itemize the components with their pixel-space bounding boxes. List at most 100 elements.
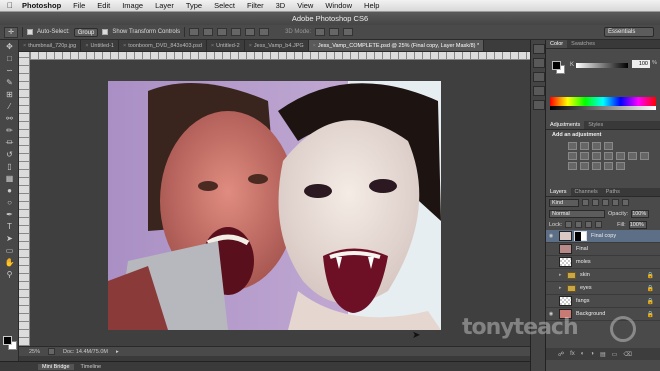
tab-paths[interactable]: Paths [602, 188, 624, 196]
marquee-tool-icon[interactable]: □ [0, 52, 19, 64]
eraser-tool-icon[interactable]: ▯ [0, 160, 19, 172]
history-panel-icon[interactable] [533, 44, 545, 54]
tab-mini-bridge[interactable]: Mini Bridge [38, 363, 74, 370]
visibility-eye-icon[interactable]: ◉ [546, 285, 556, 291]
layer-kind-filter[interactable]: Kind [549, 198, 579, 207]
align-left-icon[interactable] [231, 28, 242, 36]
panel-foreground-swatch[interactable] [552, 61, 561, 70]
align-top-icon[interactable] [189, 28, 200, 36]
workspace-switcher[interactable]: Essentials [604, 27, 654, 37]
3d-rotate-icon[interactable] [315, 28, 326, 36]
layer-row-final[interactable]: ◉ Final [546, 243, 660, 256]
k-slider[interactable] [576, 63, 628, 68]
trash-icon[interactable]: ⌫ [623, 351, 631, 358]
brush-panel-icon[interactable] [533, 86, 545, 96]
status-menu-arrow-icon[interactable]: ▸ [116, 349, 119, 355]
new-layer-icon[interactable]: ▭ [612, 351, 618, 358]
hue-saturation-icon[interactable] [580, 152, 589, 160]
grayscale-ramp[interactable] [550, 106, 656, 110]
close-tab-icon[interactable]: × [313, 43, 316, 49]
doc-tab[interactable]: × Jess_Vamp_b4.JPG [245, 40, 309, 51]
character-panel-icon[interactable] [533, 100, 545, 110]
filter-shape-icon[interactable] [612, 199, 619, 206]
new-adjustment-icon[interactable]: ◑ [590, 351, 594, 357]
k-value-input[interactable]: 100 [632, 60, 650, 68]
doc-tab[interactable]: × thumbnail_720p.jpg [19, 40, 82, 51]
tab-timeline[interactable]: Timeline [77, 364, 106, 370]
doc-tab[interactable]: × Untitled-2 [207, 40, 245, 51]
history-brush-tool-icon[interactable]: ↺ [0, 148, 19, 160]
channel-mixer-icon[interactable] [628, 152, 637, 160]
clone-stamp-tool-icon[interactable]: ⏛ [0, 136, 19, 148]
posterize-icon[interactable] [580, 162, 589, 170]
filter-pixel-icon[interactable] [582, 199, 589, 206]
tab-adjustments[interactable]: Adjustments [546, 121, 585, 129]
visibility-eye-icon[interactable]: ◉ [546, 259, 556, 265]
pen-tool-icon[interactable]: ✒ [0, 208, 19, 220]
doc-tab[interactable]: × toonboom_DVD_843x403.psd [119, 40, 207, 51]
add-mask-icon[interactable]: ◐ [581, 351, 585, 357]
horizontal-ruler[interactable] [30, 52, 530, 60]
selective-color-icon[interactable] [616, 162, 625, 170]
lock-all-icon[interactable] [595, 221, 603, 228]
close-tab-icon[interactable]: × [249, 43, 252, 49]
menu-edit[interactable]: Edit [91, 1, 116, 10]
shape-tool-icon[interactable]: ▭ [0, 244, 19, 256]
healing-brush-tool-icon[interactable]: ⚯ [0, 112, 19, 124]
black-white-icon[interactable] [604, 152, 613, 160]
layer-thumbnail[interactable] [559, 231, 572, 241]
hand-tool-icon[interactable]: ✋ [0, 256, 19, 268]
lock-image-icon[interactable] [575, 221, 583, 228]
doc-tab[interactable]: × Untitled-1 [81, 40, 119, 51]
transform-controls-checkbox[interactable] [102, 29, 109, 35]
filter-type-icon[interactable] [602, 199, 609, 206]
layer-group-skin[interactable]: ◉ ▸ skin 🔒 [546, 269, 660, 282]
expand-arrow-icon[interactable]: ▸ [559, 272, 565, 278]
layer-thumbnail[interactable] [559, 244, 572, 254]
crop-tool-icon[interactable]: ⊞ [0, 88, 19, 100]
close-tab-icon[interactable]: × [23, 43, 26, 49]
menu-help[interactable]: Help [358, 1, 385, 10]
opacity-input[interactable]: 100% [631, 209, 650, 218]
visibility-eye-icon[interactable]: ◉ [546, 298, 556, 304]
visibility-eye-icon[interactable]: ◉ [546, 246, 556, 252]
menu-type[interactable]: Type [180, 1, 208, 10]
tab-color[interactable]: Color [546, 40, 568, 48]
gradient-map-icon[interactable] [604, 162, 613, 170]
color-spectrum-ramp[interactable] [550, 97, 656, 106]
menu-image[interactable]: Image [116, 1, 149, 10]
move-tool-preset-icon[interactable]: ✛ [4, 26, 18, 38]
menu-file[interactable]: File [67, 1, 91, 10]
blur-tool-icon[interactable]: ● [0, 184, 19, 196]
brightness-contrast-icon[interactable] [568, 142, 577, 150]
visibility-eye-icon[interactable]: ◉ [546, 272, 556, 278]
export-icon[interactable] [48, 348, 56, 355]
quick-select-tool-icon[interactable]: ✎ [0, 76, 19, 88]
close-tab-icon[interactable]: × [85, 43, 88, 49]
lock-transparent-icon[interactable] [565, 221, 573, 228]
document-image[interactable] [108, 81, 441, 330]
close-tab-icon[interactable]: × [211, 43, 214, 49]
eyedropper-tool-icon[interactable]: ⁄ [0, 100, 19, 112]
exposure-icon[interactable] [604, 142, 613, 150]
menu-window[interactable]: Window [319, 1, 358, 10]
fill-input[interactable]: 100% [628, 220, 647, 229]
close-tab-icon[interactable]: × [123, 43, 126, 49]
new-group-icon[interactable]: ▤ [600, 351, 606, 358]
expand-arrow-icon[interactable]: ▸ [559, 285, 565, 291]
auto-select-dropdown[interactable]: Group [73, 27, 99, 37]
lock-position-icon[interactable] [585, 221, 593, 228]
tab-swatches[interactable]: Swatches [567, 40, 599, 48]
align-bottom-icon[interactable] [217, 28, 228, 36]
fx-icon[interactable]: fx [570, 351, 575, 357]
brush-tool-icon[interactable]: ✏ [0, 124, 19, 136]
menu-view[interactable]: View [291, 1, 319, 10]
vibrance-icon[interactable] [568, 152, 577, 160]
zoom-tool-icon[interactable]: ⚲ [0, 268, 19, 280]
layer-row-final-copy[interactable]: ◉ Final copy [546, 230, 660, 243]
move-tool-icon[interactable]: ✥ [0, 40, 19, 52]
layer-group-eyes[interactable]: ◉ ▸ eyes 🔒 [546, 282, 660, 295]
layer-mask-thumbnail[interactable] [574, 231, 587, 241]
menu-layer[interactable]: Layer [149, 1, 180, 10]
layer-thumbnail[interactable] [559, 296, 572, 306]
